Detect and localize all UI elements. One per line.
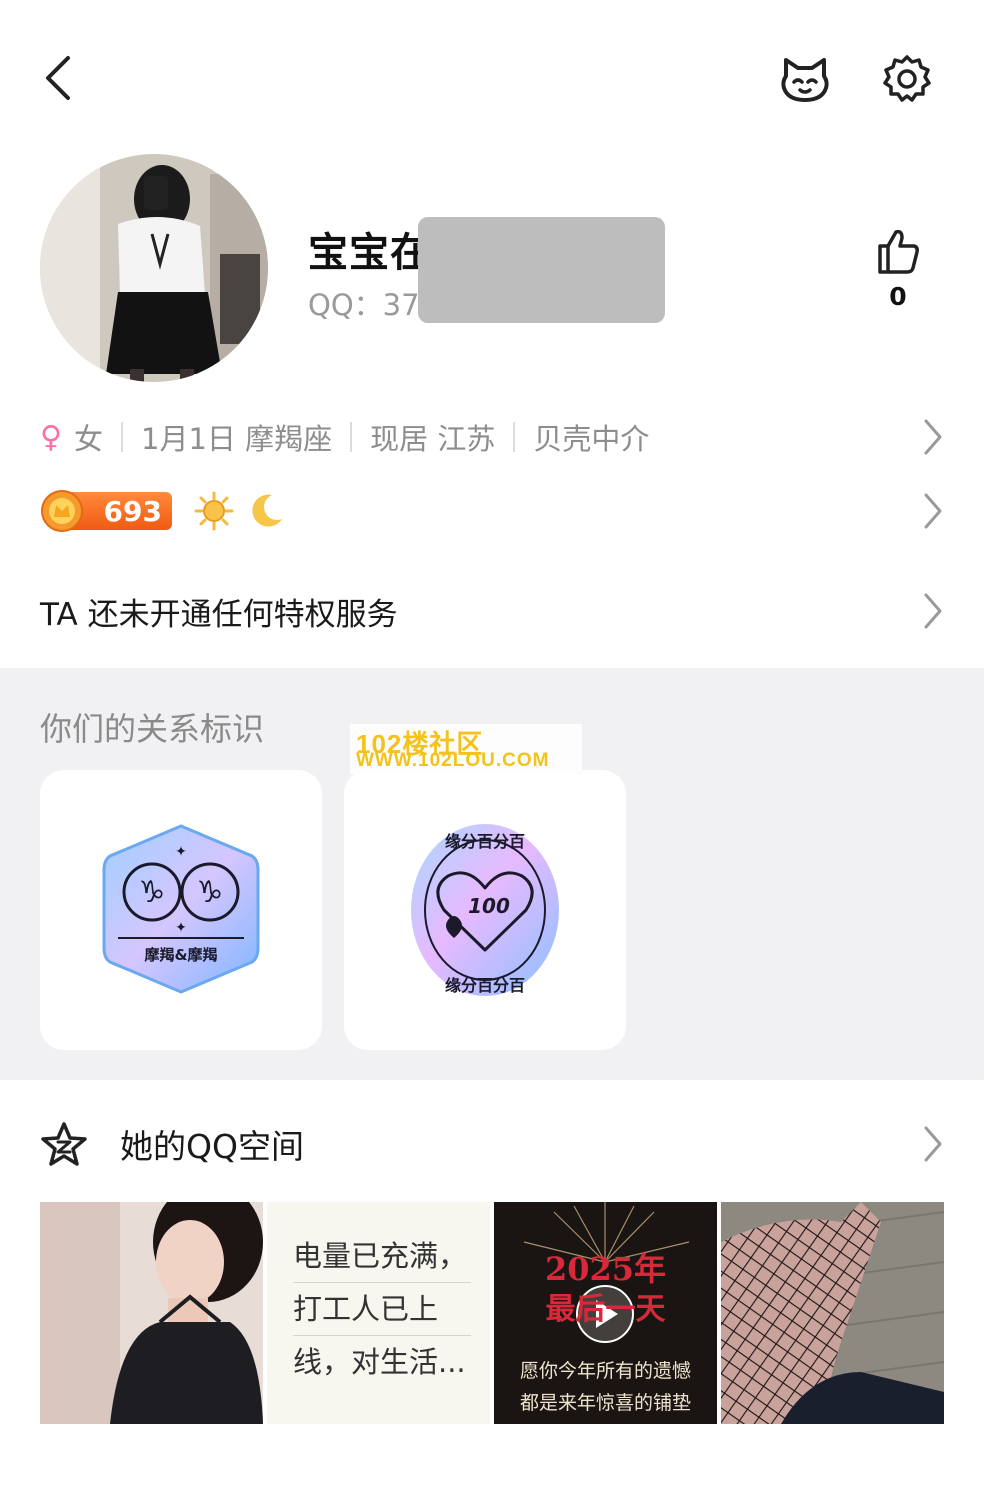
divider <box>121 422 123 452</box>
qzone-title: 她的QQ空间 <box>120 1127 304 1166</box>
crown-icon <box>41 490 83 532</box>
settings-button[interactable] <box>880 52 934 106</box>
relationship-card-fate[interactable]: 缘分百分百 100 缘分百分百 <box>344 770 626 1050</box>
post-line-2: 打工人已上 <box>293 1283 471 1336</box>
thumbs-up-icon <box>878 229 919 274</box>
relationship-title: 你们的关系标识 <box>40 710 265 748</box>
sun-icon <box>194 491 234 531</box>
post-line-1: 电量已充满， <box>293 1230 471 1283</box>
chevron-right-icon <box>924 419 942 455</box>
zodiac-label: 摩羯&摩羯 <box>144 946 218 964</box>
site-watermark: 102楼社区 WWW.102LOU.COM <box>350 724 582 774</box>
qzone-text-post[interactable]: 电量已充满， 打工人已上 线，对生活... <box>267 1202 490 1424</box>
svg-text:✦: ✦ <box>175 920 187 936</box>
qzone-gallery: 电量已充满， 打工人已上 线，对生活... 2025年 最后一天 愿你今年所有的… <box>40 1202 944 1424</box>
top-bar <box>0 0 984 150</box>
chevron-right-icon <box>924 1126 942 1162</box>
divider <box>513 422 516 452</box>
privilege-text: TA 还未开通任何特权服务 <box>40 596 398 633</box>
redaction-block <box>418 217 665 323</box>
location: 现居 江苏 <box>370 422 496 456</box>
fate-label-top: 缘分百分百 <box>444 832 525 851</box>
badge-row[interactable]: 693 <box>40 486 944 536</box>
divider <box>350 422 353 452</box>
back-button[interactable] <box>36 52 84 104</box>
watermark-line2: WWW.102LOU.COM <box>356 750 550 771</box>
video-sub-2: 都是来年惊喜的铺垫 <box>519 1392 691 1414</box>
privilege-row[interactable]: TA 还未开通任何特权服务 <box>40 586 944 636</box>
post-line-3: 线，对生活... <box>293 1345 466 1379</box>
qzone-photo-4[interactable] <box>721 1202 944 1424</box>
relationship-card-zodiac[interactable]: ♑ ♑ ✦ ✦ 摩羯&摩羯 <box>40 770 322 1050</box>
moon-icon <box>252 494 282 527</box>
pet-face-icon <box>781 58 829 102</box>
fate-score: 100 <box>468 894 510 918</box>
relationship-section: 你们的关系标识 ♑ ♑ ✦ ✦ 摩羯&摩羯 缘分百分百 100 缘分百分百 10… <box>0 668 984 1080</box>
gender-text: 女 <box>73 422 103 456</box>
svg-text:♑: ♑ <box>139 875 166 910</box>
like-count: 0 <box>889 282 907 311</box>
birthday-sign: 1月1日 摩羯座 <box>141 422 333 456</box>
svg-text:♑: ♑ <box>197 875 224 910</box>
like-button[interactable] <box>870 226 926 276</box>
level-value: 693 <box>103 494 162 528</box>
qzone-star-icon <box>41 1122 87 1166</box>
video-sub-1: 愿你今年所有的遗憾 <box>519 1360 691 1382</box>
profile-info-row[interactable]: ♀ 女 1月1日 摩羯座 现居 江苏 贝壳中介 <box>40 412 944 462</box>
svg-text:✦: ✦ <box>175 844 187 860</box>
video-title-2: 最后一天 <box>545 1292 666 1327</box>
chevron-right-icon <box>924 593 942 629</box>
chevron-right-icon <box>924 493 942 529</box>
female-icon: ♀ <box>40 419 62 455</box>
avatar[interactable] <box>40 154 268 382</box>
qzone-photo-1[interactable] <box>40 1202 263 1424</box>
qq-number: QQ：37 <box>308 288 420 322</box>
qzone-row[interactable]: 她的QQ空间 <box>40 1118 944 1170</box>
gear-icon <box>883 55 931 102</box>
zodiac-match-icon: ♑ ♑ ✦ ✦ <box>102 824 260 994</box>
pet-button[interactable] <box>778 52 832 106</box>
qzone-video-thumb[interactable]: 2025年 最后一天 愿你今年所有的遗憾 都是来年惊喜的铺垫 <box>494 1202 717 1424</box>
occupation: 贝壳中介 <box>533 422 650 456</box>
chevron-left-icon <box>46 56 70 100</box>
fate-label-bottom: 缘分百分百 <box>444 976 525 995</box>
nickname: 宝宝在 <box>308 230 431 276</box>
